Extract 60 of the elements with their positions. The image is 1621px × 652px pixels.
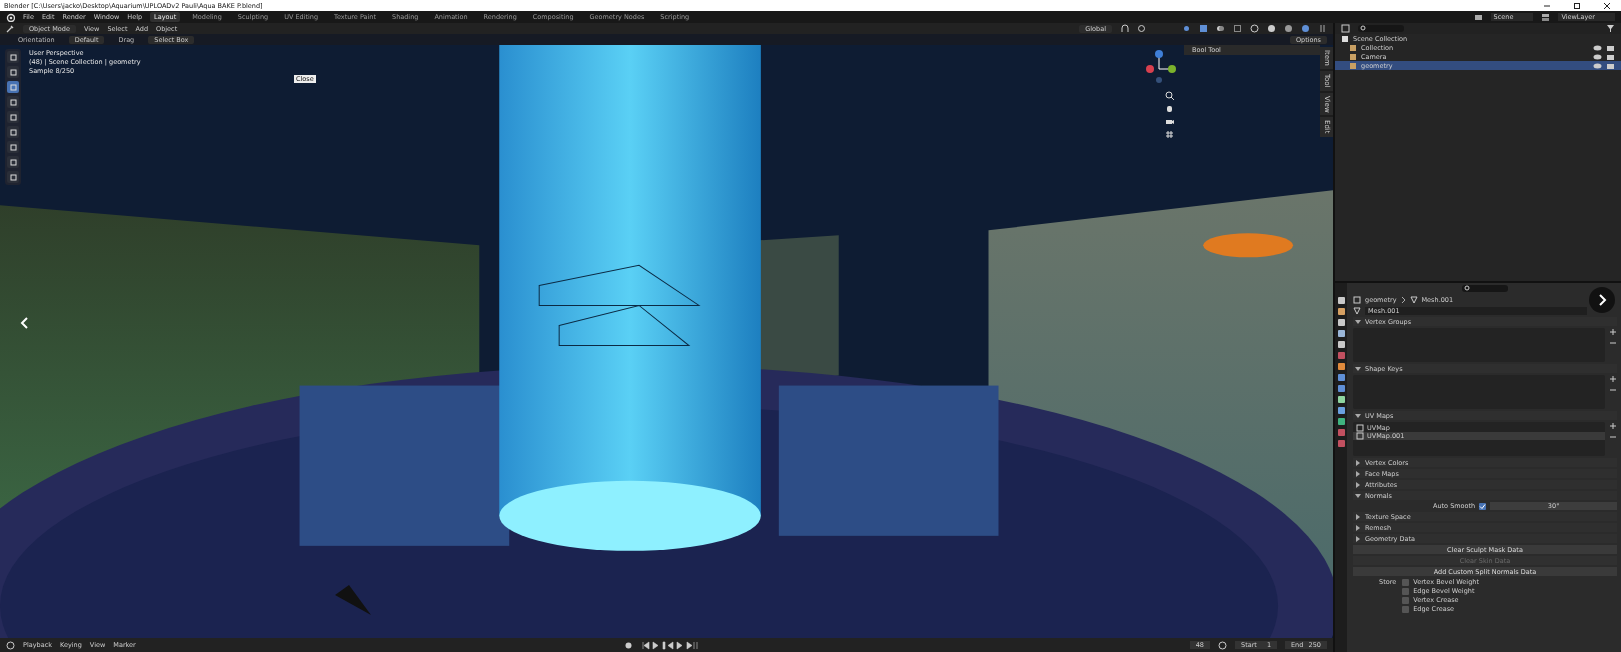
chevron-icon <box>1400 295 1406 304</box>
search-icon <box>1464 284 1471 292</box>
tool-button[interactable] <box>7 111 19 123</box>
snap-icon[interactable] <box>1120 24 1129 33</box>
disclosure-triangle-icon <box>1355 318 1361 325</box>
overlay-icon[interactable] <box>1216 24 1225 33</box>
clock-icon[interactable] <box>6 640 15 650</box>
remove-icon[interactable] <box>1609 433 1617 441</box>
solid-shading-icon[interactable] <box>1267 24 1276 33</box>
material-shading-icon[interactable] <box>1284 24 1293 33</box>
hand-icon[interactable] <box>1165 104 1174 113</box>
tool-button[interactable] <box>7 171 19 183</box>
wireframe-shading-icon[interactable] <box>1250 24 1259 33</box>
view-layer-icon[interactable] <box>1541 12 1551 22</box>
collection-icon <box>1341 34 1349 43</box>
add-icon[interactable] <box>1609 375 1617 383</box>
zoom-icon[interactable] <box>1165 91 1174 100</box>
close-icon[interactable] <box>1603 1 1611 10</box>
store-checkbox[interactable] <box>1402 596 1410 604</box>
remove-icon[interactable] <box>1609 339 1617 347</box>
mesh-object-icon <box>1353 295 1361 304</box>
store-checkbox[interactable] <box>1402 578 1410 586</box>
tool-button[interactable] <box>7 126 19 138</box>
store-checkbox[interactable] <box>1402 587 1410 595</box>
add-icon[interactable] <box>1609 328 1617 336</box>
store-checkbox[interactable] <box>1402 605 1410 613</box>
rendered-shading-icon[interactable] <box>1301 24 1310 33</box>
add-icon[interactable] <box>1609 422 1617 430</box>
mesh-data-icon <box>1409 295 1418 304</box>
search-field[interactable] <box>1358 25 1404 32</box>
axis-gizmo-icon[interactable] <box>1146 49 1176 85</box>
gizmo-icon[interactable] <box>1199 24 1208 33</box>
tool-button[interactable] <box>7 141 19 153</box>
restore-icon[interactable] <box>1573 1 1581 10</box>
tool-button[interactable] <box>7 156 19 168</box>
tool-button[interactable] <box>7 51 19 63</box>
remove-icon[interactable] <box>1609 386 1617 394</box>
xray-icon[interactable] <box>1233 24 1242 33</box>
tool-button[interactable] <box>7 96 19 108</box>
grid-icon[interactable] <box>1165 130 1174 139</box>
visibility-icon[interactable] <box>1182 24 1191 33</box>
proportional-edit-icon[interactable] <box>1137 24 1146 33</box>
clock-icon[interactable] <box>1218 640 1227 650</box>
disclosure-triangle-icon <box>1355 412 1361 419</box>
tool-button[interactable] <box>7 81 19 93</box>
disclosure-triangle-icon <box>1355 365 1361 372</box>
camera-icon[interactable] <box>1165 117 1174 126</box>
search-icon <box>1360 25 1367 32</box>
search-field[interactable] <box>1462 284 1508 292</box>
blender-logo-icon[interactable] <box>6 12 15 22</box>
editor-type-icon[interactable] <box>6 24 15 33</box>
check-icon <box>1479 502 1487 510</box>
mesh-data-icon[interactable] <box>1353 306 1361 315</box>
scene-icon[interactable] <box>1473 12 1483 22</box>
display-mode-icon[interactable] <box>1341 24 1350 33</box>
tool-button[interactable] <box>7 66 19 78</box>
pointer-arrow-icon <box>335 585 371 615</box>
split-icon[interactable] <box>1318 24 1327 33</box>
record-icon[interactable] <box>624 640 634 650</box>
auto-smooth-checkbox[interactable] <box>1479 502 1487 510</box>
